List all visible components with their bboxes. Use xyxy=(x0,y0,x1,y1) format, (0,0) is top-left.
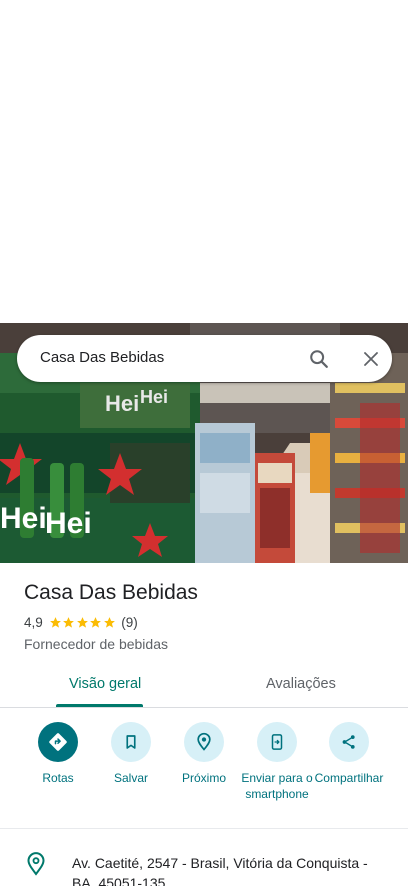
close-icon[interactable] xyxy=(355,343,387,375)
search-bar[interactable]: Casa Das Bebidas xyxy=(17,335,392,382)
place-category: Fornecedor de bebidas xyxy=(24,636,168,652)
location-pin-icon xyxy=(26,852,46,876)
send-to-phone-icon xyxy=(257,722,297,762)
box-text-1: Hei xyxy=(0,502,47,535)
send-to-phone-label: Enviar para o smartphone xyxy=(241,771,313,801)
save-button[interactable]: Salvar xyxy=(91,722,171,786)
section-divider xyxy=(0,828,408,829)
box-text-2: Hei xyxy=(45,507,92,540)
share-button[interactable]: Compartilhar xyxy=(309,722,389,786)
address-text: Av. Caetité, 2547 - Brasil, Vitória da C… xyxy=(72,855,368,886)
action-buttons: Rotas Salvar Próximo Enviar para o smart… xyxy=(0,722,408,822)
tab-reviews[interactable]: Avaliações xyxy=(266,676,336,692)
box-text-3: Hei xyxy=(105,391,139,416)
nearby-icon xyxy=(184,722,224,762)
directions-button[interactable]: Rotas xyxy=(18,722,98,786)
save-label: Salvar xyxy=(113,771,148,785)
review-count[interactable]: (9) xyxy=(121,615,138,630)
star-icon xyxy=(90,617,102,628)
rating-row[interactable]: 4,9 (9) xyxy=(24,615,138,630)
directions-label: Rotas xyxy=(42,771,74,785)
bookmark-icon xyxy=(111,722,151,762)
star-icon xyxy=(103,617,115,628)
share-label: Compartilhar xyxy=(314,771,384,785)
box-text-4: Hei xyxy=(140,387,168,407)
search-query-text[interactable]: Casa Das Bebidas xyxy=(40,349,164,366)
map-area-blank xyxy=(0,0,408,323)
star-icon xyxy=(76,617,88,628)
tab-overview[interactable]: Visão geral xyxy=(69,676,141,692)
send-to-phone-button[interactable]: Enviar para o smartphone xyxy=(237,722,317,802)
place-title: Casa Das Bebidas xyxy=(24,581,198,604)
rating-value: 4,9 xyxy=(24,615,43,630)
directions-icon xyxy=(38,722,78,762)
tab-bar: Visão geral Avaliações xyxy=(0,668,408,708)
share-icon xyxy=(329,722,369,762)
star-icon xyxy=(63,617,75,628)
nearby-label: Próximo xyxy=(181,771,226,785)
star-icon xyxy=(49,617,61,628)
nearby-button[interactable]: Próximo xyxy=(164,722,244,786)
search-icon[interactable] xyxy=(303,343,335,375)
active-tab-indicator xyxy=(56,704,143,707)
star-rating xyxy=(49,616,117,629)
